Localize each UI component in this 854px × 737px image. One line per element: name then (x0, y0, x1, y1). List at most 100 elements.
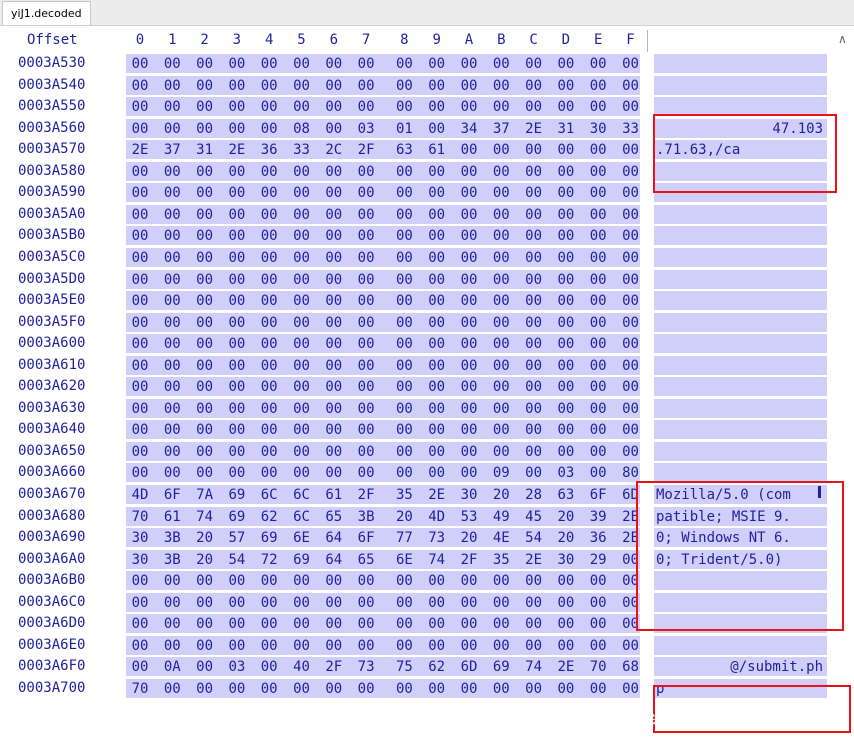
hex-byte[interactable]: 00 (130, 336, 150, 352)
hex-byte[interactable]: 00 (491, 444, 511, 460)
hex-byte[interactable]: 00 (427, 315, 447, 331)
hex-byte[interactable]: 00 (292, 164, 312, 180)
hex-byte[interactable]: 00 (130, 616, 150, 632)
hex-byte[interactable]: 00 (292, 422, 312, 438)
hex-byte[interactable]: 00 (524, 164, 544, 180)
hex-byte[interactable]: 30 (459, 487, 479, 503)
hex-byte[interactable]: 00 (259, 207, 279, 223)
hex-byte[interactable]: 2F (356, 487, 376, 503)
hex-byte[interactable]: 00 (394, 315, 414, 331)
hex-byte[interactable]: 39 (588, 509, 608, 525)
hex-byte[interactable]: 00 (227, 207, 247, 223)
hex-byte[interactable]: 2E (130, 142, 150, 158)
hex-byte[interactable]: 00 (130, 595, 150, 611)
hex-byte[interactable]: 00 (459, 293, 479, 309)
hex-byte[interactable]: 00 (195, 293, 215, 309)
hex-byte[interactable]: 00 (162, 164, 182, 180)
hex-byte[interactable]: 00 (356, 78, 376, 94)
hex-byte[interactable]: 00 (394, 293, 414, 309)
hex-byte[interactable]: 00 (162, 465, 182, 481)
hex-byte[interactable]: 00 (324, 638, 344, 654)
hex-byte[interactable]: 20 (394, 509, 414, 525)
hex-byte[interactable]: 74 (427, 552, 447, 568)
hex-byte[interactable]: 00 (356, 573, 376, 589)
hex-bytes[interactable]: 00 00 00 00 00 00 00 00 00 00 00 09 00 03 00 80 (126, 463, 640, 483)
hex-byte[interactable]: 00 (524, 638, 544, 654)
hex-byte[interactable]: 00 (588, 228, 608, 244)
hex-byte[interactable]: 00 (356, 379, 376, 395)
hex-byte[interactable]: 61 (324, 487, 344, 503)
ascii-text[interactable] (654, 247, 827, 267)
hex-byte[interactable]: 6C (259, 487, 279, 503)
hex-byte[interactable]: 00 (130, 56, 150, 72)
hex-byte[interactable]: 00 (491, 595, 511, 611)
hex-byte[interactable]: 00 (556, 142, 576, 158)
hex-byte[interactable]: 00 (394, 573, 414, 589)
hex-byte[interactable]: 00 (427, 336, 447, 352)
hex-byte[interactable]: 00 (491, 358, 511, 374)
hex-byte[interactable]: 00 (227, 185, 247, 201)
hex-byte[interactable]: 00 (324, 595, 344, 611)
hex-byte[interactable]: 00 (259, 250, 279, 266)
hex-bytes[interactable]: 00 00 00 00 00 00 00 00 00 00 00 00 00 00 00 00 (126, 441, 640, 461)
hex-byte[interactable]: 00 (394, 401, 414, 417)
hex-byte[interactable]: 00 (459, 616, 479, 632)
hex-byte[interactable]: 00 (162, 573, 182, 589)
hex-byte[interactable]: 00 (394, 207, 414, 223)
hex-byte[interactable]: 37 (162, 142, 182, 158)
hex-byte[interactable]: 00 (356, 293, 376, 309)
hex-byte[interactable]: 00 (227, 336, 247, 352)
hex-byte[interactable]: 00 (195, 465, 215, 481)
hex-byte[interactable]: 00 (491, 185, 511, 201)
hex-byte[interactable]: 00 (459, 250, 479, 266)
hex-byte[interactable]: 00 (556, 444, 576, 460)
hex-bytes[interactable]: 00 00 00 00 00 00 00 00 00 00 00 00 00 00 00 00 (126, 398, 640, 418)
ascii-text[interactable] (654, 420, 827, 440)
hex-byte[interactable]: 00 (324, 573, 344, 589)
hex-byte[interactable]: 00 (227, 56, 247, 72)
hex-byte[interactable]: 00 (227, 573, 247, 589)
hex-byte[interactable]: 00 (427, 78, 447, 94)
hex-byte[interactable]: 00 (324, 315, 344, 331)
hex-byte[interactable]: 00 (556, 681, 576, 697)
hex-byte[interactable]: 36 (259, 142, 279, 158)
ascii-text[interactable] (654, 635, 827, 655)
hex-bytes[interactable]: 00 00 00 00 00 00 00 00 00 00 00 00 00 00 00 00 (126, 204, 640, 224)
hex-byte[interactable]: 00 (292, 595, 312, 611)
hex-byte[interactable]: 00 (259, 681, 279, 697)
hex-byte[interactable]: 30 (130, 530, 150, 546)
hex-byte[interactable]: 00 (427, 681, 447, 697)
hex-byte[interactable]: 00 (292, 185, 312, 201)
hex-byte[interactable]: 00 (292, 250, 312, 266)
hex-byte[interactable]: 00 (356, 250, 376, 266)
hex-byte[interactable]: 00 (162, 422, 182, 438)
hex-byte[interactable]: 00 (130, 99, 150, 115)
hex-byte[interactable]: 69 (227, 509, 247, 525)
hex-byte[interactable]: 00 (459, 315, 479, 331)
hex-byte[interactable]: 00 (394, 99, 414, 115)
hex-byte[interactable]: 30 (556, 552, 576, 568)
hex-byte[interactable]: 6D (459, 659, 479, 675)
ascii-text[interactable] (654, 291, 827, 311)
hex-byte[interactable]: 00 (621, 293, 641, 309)
hex-byte[interactable]: 00 (324, 401, 344, 417)
hex-byte[interactable]: 00 (227, 595, 247, 611)
hex-byte[interactable]: 00 (556, 401, 576, 417)
hex-byte[interactable]: 00 (459, 379, 479, 395)
hex-byte[interactable]: 00 (394, 78, 414, 94)
hex-byte[interactable]: 00 (524, 379, 544, 395)
hex-byte[interactable]: 64 (324, 552, 344, 568)
hex-byte[interactable]: 20 (491, 487, 511, 503)
hex-byte[interactable]: 00 (556, 422, 576, 438)
hex-byte[interactable]: 53 (459, 509, 479, 525)
hex-bytes[interactable]: 00 00 00 00 00 00 00 00 00 00 00 00 00 00 00 00 (126, 355, 640, 375)
hex-byte[interactable]: 00 (459, 422, 479, 438)
ascii-text[interactable] (654, 204, 827, 224)
hex-byte[interactable]: 28 (524, 487, 544, 503)
hex-byte[interactable]: 00 (162, 315, 182, 331)
hex-bytes[interactable]: 00 00 00 00 00 00 00 00 00 00 00 00 00 00 00 00 (126, 269, 640, 289)
hex-byte[interactable]: 00 (227, 250, 247, 266)
hex-byte[interactable]: 00 (524, 336, 544, 352)
hex-bytes[interactable]: 00 00 00 00 00 00 00 00 00 00 00 00 00 00 00 00 (126, 291, 641, 311)
hex-byte[interactable]: 00 (356, 422, 376, 438)
